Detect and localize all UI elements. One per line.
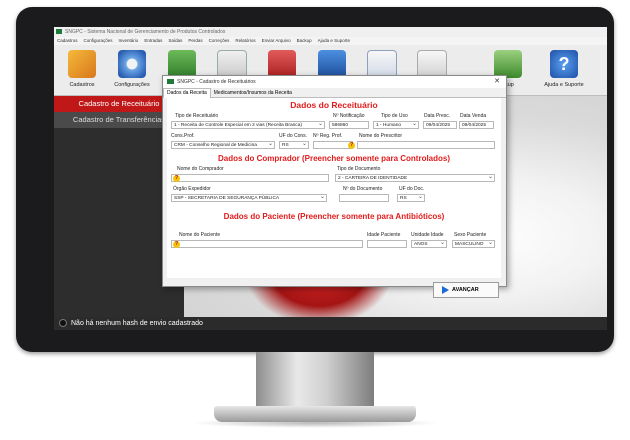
exit-icon	[268, 50, 296, 78]
idade-paciente-field[interactable]	[367, 240, 407, 248]
menu-cadastros[interactable]: Cadastros	[57, 38, 78, 43]
arrow-right-icon	[442, 285, 449, 294]
menu-backup[interactable]: Backup	[297, 38, 312, 43]
dialog-tabs: Dados da Receita Medicamentos/Insumos da …	[163, 88, 506, 98]
help-icon[interactable]: ?	[173, 240, 180, 248]
tipo-documento-label: Tipo de Documento	[337, 166, 381, 172]
cons-prof-label: Cons.Prof.	[171, 133, 195, 139]
app-icon	[56, 29, 62, 35]
data-venda-label: Data Venda	[460, 113, 487, 119]
menu-perdas[interactable]: Perdas	[188, 38, 202, 43]
nome-comprador-field[interactable]	[171, 174, 329, 182]
nome-paciente-label: Nome do Paciente	[179, 232, 221, 238]
tipo-uso-select[interactable]: 1 - Humano	[373, 121, 419, 129]
nome-comprador-label: Nome do Comprador	[177, 166, 224, 172]
status-text: Não há nenhum hash de envio cadastrado	[71, 320, 203, 327]
orgao-expedidor-select[interactable]: SSP - SECRETARIA DE SEGURANÇA PÚBLICA	[171, 194, 327, 202]
uf-cons-label: UF do Cons.	[279, 133, 308, 139]
data-presc-label: Data Presc.	[424, 113, 451, 119]
nome-prescritor-field[interactable]	[357, 141, 495, 149]
idade-paciente-label: Idade Paciente	[367, 232, 401, 238]
avancar-label: AVANÇAR	[452, 287, 479, 293]
data-presc-field[interactable]: 09/04/2025	[423, 121, 457, 129]
menu-relatorios[interactable]: Relatórios	[235, 38, 255, 43]
folder-icon	[68, 50, 96, 78]
unidade-idade-select[interactable]: ANOS	[411, 240, 447, 248]
close-icon[interactable]: ✕	[494, 76, 500, 88]
uf-cons-select[interactable]: RS	[279, 141, 309, 149]
dialog-title: SNGPC - Cadastro de Receituários	[177, 79, 256, 85]
toolbar-cadastros-button[interactable]: Cadastros	[58, 47, 106, 93]
monitor-stand-base	[214, 406, 416, 422]
nome-prescritor-label: Nome do Prescritor	[359, 133, 403, 139]
help-icon[interactable]: ?	[348, 142, 355, 149]
section-comprador-title: Dados do Comprador (Preencher somente pa…	[217, 154, 451, 163]
app-title: SNGPC - Sistema Nacional de Gerenciament…	[65, 29, 226, 35]
help-icon: ?	[550, 50, 578, 78]
status-indicator-icon	[59, 319, 67, 328]
app-title-bar: SNGPC - Sistema Nacional de Gerenciament…	[54, 27, 607, 37]
tipo-receituario-label: Tipo de Receituário	[175, 113, 219, 119]
n-documento-field[interactable]	[339, 194, 389, 202]
dialog-app-icon	[167, 79, 174, 85]
gear-icon	[118, 50, 146, 78]
orgao-expedidor-label: Órgão Expedidor	[173, 186, 211, 192]
tipo-receituario-select[interactable]: 1 - Receita de Controle Especial em 2 vi…	[171, 121, 325, 129]
section-receituario-title: Dados do Receituário	[290, 100, 378, 110]
unidade-idade-label: Unidade Idade	[411, 232, 444, 238]
tab-dados-receita[interactable]: Dados da Receita	[163, 88, 211, 98]
uf-doc-label: UF do Doc.	[399, 186, 425, 192]
menu-inventario[interactable]: Inventário	[119, 38, 139, 43]
inventory-icon	[168, 50, 196, 78]
menu-entradas[interactable]: Entradas	[144, 38, 162, 43]
data-venda-field[interactable]: 09/04/2025	[459, 121, 494, 129]
status-bar: Não há nenhum hash de envio cadastrado	[54, 317, 607, 330]
menu-ajuda[interactable]: Ajuda e Suporte	[318, 38, 350, 43]
section-paciente-title: Dados do Paciente (Preencher somente par…	[223, 212, 445, 221]
n-notificacao-label: Nº Notificação	[333, 113, 365, 119]
sexo-paciente-label: Sexo Paciente	[454, 232, 487, 238]
sexo-paciente-select[interactable]: MASCULINO	[452, 240, 495, 248]
backup-icon	[494, 50, 522, 78]
receituario-dialog: SNGPC - Cadastro de Receituários ✕ Dados …	[162, 75, 507, 298]
tipo-documento-select[interactable]: 2 - CARTEIRA DE IDENTIDADE	[335, 174, 495, 182]
menu-enviar-arquivo[interactable]: Enviar Arquivo	[262, 38, 291, 43]
dialog-title-bar: SNGPC - Cadastro de Receituários ✕	[163, 76, 506, 88]
help-icon[interactable]: ?	[173, 174, 180, 182]
n-notificacao-field[interactable]: 586860	[329, 121, 369, 129]
tipo-uso-label: Tipo de Uso	[381, 113, 408, 119]
monitor-frame: SNGPC - Sistema Nacional de Gerenciament…	[16, 7, 614, 352]
tab-medicamentos[interactable]: Medicamentos/Insumos da Receita	[211, 89, 295, 98]
n-reg-prof-field[interactable]	[313, 141, 353, 149]
toolbar-configuracoes-button[interactable]: Configurações	[108, 47, 156, 93]
nome-paciente-field[interactable]	[171, 240, 363, 248]
menu-configuracoes[interactable]: Configurações	[84, 38, 113, 43]
avancar-button[interactable]: AVANÇAR	[433, 282, 499, 298]
uf-doc-select[interactable]: RS	[397, 194, 425, 202]
toolbar-ajuda-button[interactable]: ? Ajuda e Suporte	[540, 47, 588, 93]
n-documento-label: Nº do Documento	[343, 186, 383, 192]
screen: SNGPC - Sistema Nacional de Gerenciament…	[54, 27, 607, 330]
cons-prof-select[interactable]: CRM - Conselho Regional de Medicina	[171, 141, 275, 149]
monitor-stand-neck	[256, 352, 374, 410]
menu-bar: Cadastros Configurações Inventário Entradas…	[54, 37, 607, 45]
dialog-panel: Dados do Receituário Tipo de Receituário…	[167, 98, 501, 298]
menu-saidas[interactable]: Saídas	[168, 38, 182, 43]
n-reg-prof-label: Nº Reg. Prof.	[313, 133, 343, 139]
loss-icon	[318, 50, 346, 78]
menu-correcoes[interactable]: Correções	[209, 38, 230, 43]
